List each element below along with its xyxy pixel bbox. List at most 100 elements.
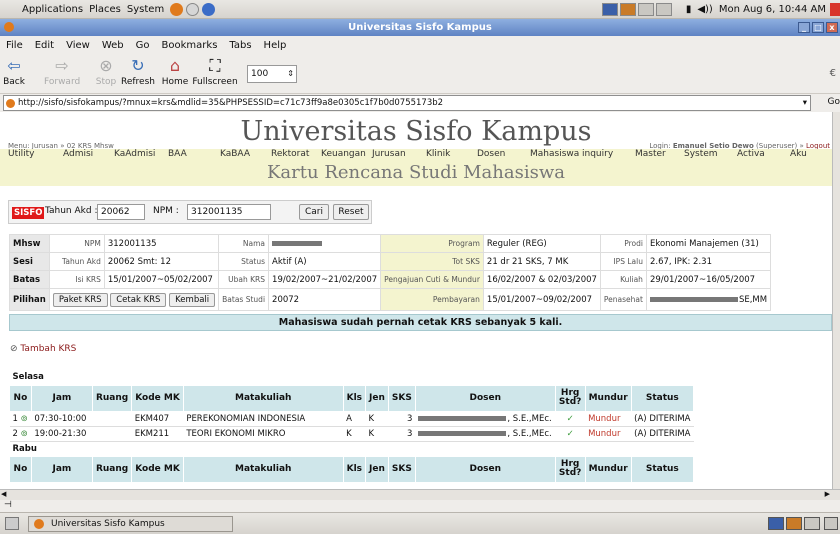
nav-baa[interactable]: BAA: [168, 149, 187, 159]
tray-app-icon[interactable]: [655, 3, 672, 16]
nav-system[interactable]: System: [684, 149, 718, 159]
menu-help[interactable]: Help: [264, 40, 287, 51]
workspace-switcher-icon[interactable]: [786, 517, 802, 530]
fullscreen-button[interactable]: ⛶ Fullscreen: [190, 56, 240, 88]
window-titlebar[interactable]: Universitas Sisfo Kampus _ □ x: [0, 19, 840, 36]
check-icon: ✓: [555, 426, 586, 442]
browser-icon: [34, 519, 44, 529]
refresh-icon: ↻: [131, 56, 145, 75]
menu-tabs[interactable]: Tabs: [229, 40, 251, 51]
menu-go[interactable]: Go: [136, 40, 150, 51]
nav-dosen[interactable]: Dosen: [477, 149, 505, 159]
tray-app-icon[interactable]: [637, 3, 654, 16]
menu-file[interactable]: File: [6, 40, 23, 51]
nav-mahasiswa[interactable]: Mahasiswa: [530, 149, 579, 159]
refresh-button[interactable]: ↻ Refresh: [120, 56, 156, 88]
sisfo-badge: SISFO: [12, 207, 45, 219]
col-sks: SKS: [387, 384, 416, 412]
cari-button[interactable]: Cari: [299, 204, 329, 220]
tambah-krs-link[interactable]: ⊘ Tambah KRS: [10, 344, 76, 354]
nav-inquiry[interactable]: inquiry: [582, 149, 613, 159]
mundur-link[interactable]: Mundur: [585, 411, 632, 427]
site-icon: [6, 99, 15, 108]
go-button[interactable]: Go: [828, 97, 840, 107]
url-input[interactable]: http://sisfo/sisfokampus/?mnux=krs&mdlid…: [3, 95, 811, 111]
edit-icon[interactable]: ⊚: [21, 429, 28, 439]
col-kode: Kode MK: [131, 384, 184, 412]
vertical-scrollbar[interactable]: [832, 112, 840, 489]
home-button[interactable]: ⌂ Home: [157, 56, 193, 88]
nav-rektorat[interactable]: Rektorat: [271, 149, 309, 159]
maximize-icon[interactable]: □: [812, 22, 824, 33]
reset-button[interactable]: Reset: [333, 204, 369, 220]
places-menu[interactable]: Places: [89, 4, 121, 15]
back-arrow-icon: ⇦: [7, 56, 21, 75]
page-content: Universitas Sisfo Kampus Menu: Jurusan »…: [0, 112, 832, 489]
system-tray: ▮ ◀)) Mon Aug 6, 10:44 AM: [600, 1, 840, 18]
check-icon: ✓: [555, 411, 586, 427]
cetak-krs-button[interactable]: Cetak KRS: [110, 292, 167, 307]
workspace-switcher-icon[interactable]: [768, 517, 784, 530]
menu-view[interactable]: View: [66, 40, 90, 51]
menu-web[interactable]: Web: [102, 40, 124, 51]
browser-toolbar: ⇦ Back ⇨ Forward ⊗ Stop ↻ Refresh ⌂ Home ⛶ Ful…: [0, 54, 840, 94]
nav-activa[interactable]: Activa: [737, 149, 765, 159]
scroll-right-icon[interactable]: ▶: [825, 490, 830, 498]
nav-keuangan[interactable]: Keuangan: [321, 149, 366, 159]
nav-master[interactable]: Master: [635, 149, 666, 159]
tahun-akd-input[interactable]: 20062: [97, 204, 145, 220]
volume-icon[interactable]: ◀)): [697, 4, 713, 15]
col-jen: Jen: [365, 384, 389, 412]
back-button[interactable]: ⇦ Back: [0, 56, 32, 88]
paket-krs-button[interactable]: Paket KRS: [52, 292, 108, 307]
nav-utility[interactable]: Utility: [8, 149, 34, 159]
stop-button[interactable]: ⊗ Stop: [88, 56, 124, 88]
krs-schedule-table: Selasa No Jam Ruang Kode MK Matakuliah K…: [9, 370, 695, 483]
clock[interactable]: Mon Aug 6, 10:44 AM: [719, 4, 826, 15]
home-icon: ⌂: [169, 56, 181, 75]
forward-arrow-icon: ⇨: [55, 56, 69, 75]
tray-app-icon[interactable]: [601, 3, 618, 16]
workspace-switcher-icon[interactable]: [804, 517, 820, 530]
trash-icon[interactable]: [824, 517, 838, 530]
scroll-left-icon[interactable]: ◀: [1, 490, 6, 498]
main-nav: Utility Admisi KaAdmisi BAA KaBAA Rektor…: [0, 149, 832, 160]
forward-button[interactable]: ⇨ Forward: [44, 56, 80, 88]
window-menu-icon[interactable]: [4, 22, 14, 32]
npm-input[interactable]: 312001135: [187, 204, 271, 220]
mundur-link[interactable]: Mundur: [585, 426, 632, 442]
menu-edit[interactable]: Edit: [35, 40, 54, 51]
logout-icon[interactable]: [830, 3, 840, 16]
nav-aku[interactable]: Aku: [790, 149, 807, 159]
edit-icon[interactable]: ⊚: [21, 414, 28, 424]
applications-menu[interactable]: Applications: [22, 4, 83, 15]
close-icon[interactable]: x: [826, 22, 838, 33]
minimize-icon[interactable]: _: [798, 22, 810, 33]
nav-jurusan[interactable]: Jurusan: [372, 149, 406, 159]
col-hrg: Hrg Std?: [554, 384, 586, 412]
network-icon[interactable]: ▮: [686, 4, 692, 15]
student-info-table: Mhsw NPM 312001135 Nama Program Reguler …: [9, 234, 772, 311]
kembali-button[interactable]: Kembali: [169, 292, 216, 307]
taskbar-window-button[interactable]: Universitas Sisfo Kampus: [28, 516, 233, 532]
zoom-spinbox[interactable]: 100 ⇕: [247, 65, 297, 83]
nav-admisi[interactable]: Admisi: [63, 149, 93, 159]
tray-app-icon[interactable]: [619, 3, 636, 16]
table-row: 2 ⊚ 19:00-21:30 EKM211 TEORI EKONOMI MIK…: [9, 426, 694, 442]
stop-icon: ⊗: [99, 56, 113, 75]
nav-klinik[interactable]: Klinik: [426, 149, 450, 159]
spin-arrows-icon[interactable]: ⇕: [287, 66, 294, 82]
horizontal-scrollbar[interactable]: ◀ ▶: [0, 489, 840, 500]
system-panel: Applications Places System ▮ ◀)) Mon Aug…: [0, 0, 840, 19]
nav-kabaa[interactable]: KaBAA: [220, 149, 250, 159]
url-dropdown-icon[interactable]: ▾: [803, 96, 807, 110]
system-menu[interactable]: System: [127, 4, 164, 15]
show-desktop-icon[interactable]: [5, 517, 19, 530]
fullscreen-icon: ⛶: [209, 56, 221, 75]
firefox-launcher-icon[interactable]: [170, 2, 184, 16]
help-launcher-icon[interactable]: [202, 2, 216, 16]
menu-bookmarks[interactable]: Bookmarks: [162, 40, 218, 51]
mail-launcher-icon[interactable]: [186, 2, 200, 16]
nav-kaadmisi[interactable]: KaAdmisi: [114, 149, 155, 159]
print-notice: Mahasiswa sudah pernah cetak KRS sebanya…: [9, 314, 832, 331]
